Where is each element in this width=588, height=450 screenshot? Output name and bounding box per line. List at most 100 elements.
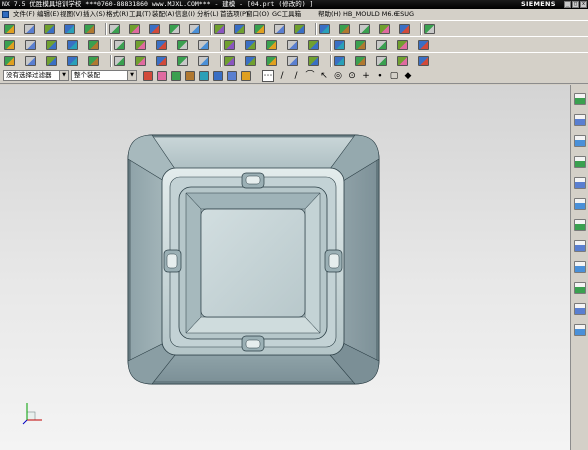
snap-point-icon[interactable]: ∙ [374,70,386,82]
menu-gc-toolkit[interactable]: GC工具箱 [272,9,301,20]
snap-line-icon[interactable]: / [290,70,302,82]
unite-icon[interactable] [308,40,319,50]
cigarette-notch-left[interactable] [163,249,182,273]
snap-quadrant-icon[interactable]: ⊙ [346,70,358,82]
layer-icon[interactable] [294,24,305,34]
cut-icon[interactable] [64,24,75,34]
spline-icon[interactable] [114,56,125,66]
shell-icon[interactable] [245,40,256,50]
palette-icon[interactable] [574,303,586,315]
thicken-icon[interactable] [266,56,277,66]
cigarette-notch-bottom[interactable] [241,335,265,352]
draft-icon[interactable] [266,40,277,50]
shaded-icon[interactable] [254,24,265,34]
pointer-icon[interactable] [185,71,195,81]
snap-face-icon[interactable]: ▢ [388,70,400,82]
selection-scope-dropdown[interactable]: 整个装配 ▼ [71,70,137,81]
constraint-navigator-icon[interactable] [574,114,586,126]
boss-icon[interactable] [88,40,99,50]
line-icon[interactable] [25,56,36,66]
hole-icon[interactable] [67,40,78,50]
history-icon[interactable] [574,198,586,210]
trim-sheet-icon[interactable] [376,56,387,66]
reuse-library-icon[interactable] [574,156,586,168]
process-studio-icon[interactable] [574,240,586,252]
menu-format[interactable]: 格式(R) [106,9,129,20]
system-materials-icon[interactable] [574,219,586,231]
menu-hb-mould[interactable]: HB_MOULD M6.6 [343,9,398,20]
studio-surface-icon[interactable] [334,56,345,66]
hd3d-tools-icon[interactable] [574,282,586,294]
assembly-navigator-icon[interactable] [574,93,586,105]
text-icon[interactable] [88,56,99,66]
trim-body-icon[interactable] [287,40,298,50]
wireframe-icon[interactable] [274,24,285,34]
menu-preferences[interactable]: 首选项(P) [220,9,249,20]
extract-icon[interactable] [355,56,366,66]
select-icon[interactable] [4,24,15,34]
graphics-window[interactable] [0,85,570,450]
menu-information[interactable]: 信息(I) [175,9,195,20]
chamfer-icon[interactable] [224,40,235,50]
snap-cube-icon[interactable]: ◆ [402,70,414,82]
type-filter-dropdown[interactable]: 没有选择过滤器 ▼ [3,70,69,81]
offset-face-icon[interactable] [418,40,429,50]
extrude-icon[interactable] [25,40,36,50]
blend-icon[interactable] [418,56,429,66]
maximize-button[interactable]: □ [572,1,579,8]
minimize-button[interactable]: _ [564,1,571,8]
render-icon[interactable] [379,24,390,34]
menu-tools[interactable]: 工具(T) [129,9,151,20]
close-button[interactable]: x [580,1,587,8]
slot-icon[interactable] [156,40,167,50]
sew-icon[interactable] [245,56,256,66]
ashtray-cavity[interactable] [178,186,328,340]
snap-center-icon[interactable]: ◎ [332,70,344,82]
measure-icon[interactable] [319,24,330,34]
intersect-icon[interactable] [355,40,366,50]
edge-blend-icon[interactable] [198,40,209,50]
pan-icon[interactable] [189,24,200,34]
rotate-icon[interactable] [214,24,225,34]
roles-icon[interactable] [574,261,586,273]
snap-cross-icon[interactable]: + [360,70,372,82]
box-select-icon[interactable] [199,71,209,81]
model-view[interactable] [0,85,570,450]
snap-select-icon[interactable]: ⋯ [262,70,274,82]
surface-icon[interactable] [224,56,235,66]
snap-tangent-icon[interactable]: ↖ [318,70,330,82]
rectangle-icon[interactable] [67,56,78,66]
cube-icon[interactable] [241,71,251,81]
selection-options-icon[interactable] [143,71,153,81]
system-scene-icon[interactable] [574,324,586,336]
undo-icon[interactable] [24,24,35,34]
snap-view-icon[interactable] [149,24,160,34]
redo-icon[interactable] [44,24,55,34]
curve-icon[interactable] [135,56,146,66]
fit-icon[interactable] [234,24,245,34]
menu-file[interactable]: 文件(F) [13,9,35,20]
divide-face-icon[interactable] [397,56,408,66]
delete-icon[interactable] [129,24,140,34]
subtract-icon[interactable] [334,40,345,50]
nx-app-icon[interactable] [2,11,9,18]
menu-edit[interactable]: 编辑(E) [37,9,59,20]
revolve-icon[interactable] [46,40,57,50]
menu-view[interactable]: 视图(V) [60,9,83,20]
menu-insert[interactable]: 插入(S) [83,9,105,20]
snap-arc-icon[interactable]: ⌒ [304,70,316,82]
cigarette-notch-right[interactable] [324,249,343,273]
select-all-icon[interactable] [227,71,237,81]
pad-icon[interactable] [135,40,146,50]
menu-help[interactable]: 帮助(H) [318,9,341,20]
copy-icon[interactable] [84,24,95,34]
general-selection-icon[interactable] [157,71,167,81]
internet-icon[interactable] [574,177,586,189]
menu-analysis[interactable]: 分析(L) [197,9,219,20]
part-navigator-icon[interactable] [574,135,586,147]
rectangle-select-icon[interactable] [213,71,223,81]
section-icon[interactable] [339,24,350,34]
pattern-icon[interactable] [376,40,387,50]
point-icon[interactable] [4,56,15,66]
through-curves-icon[interactable] [308,56,319,66]
